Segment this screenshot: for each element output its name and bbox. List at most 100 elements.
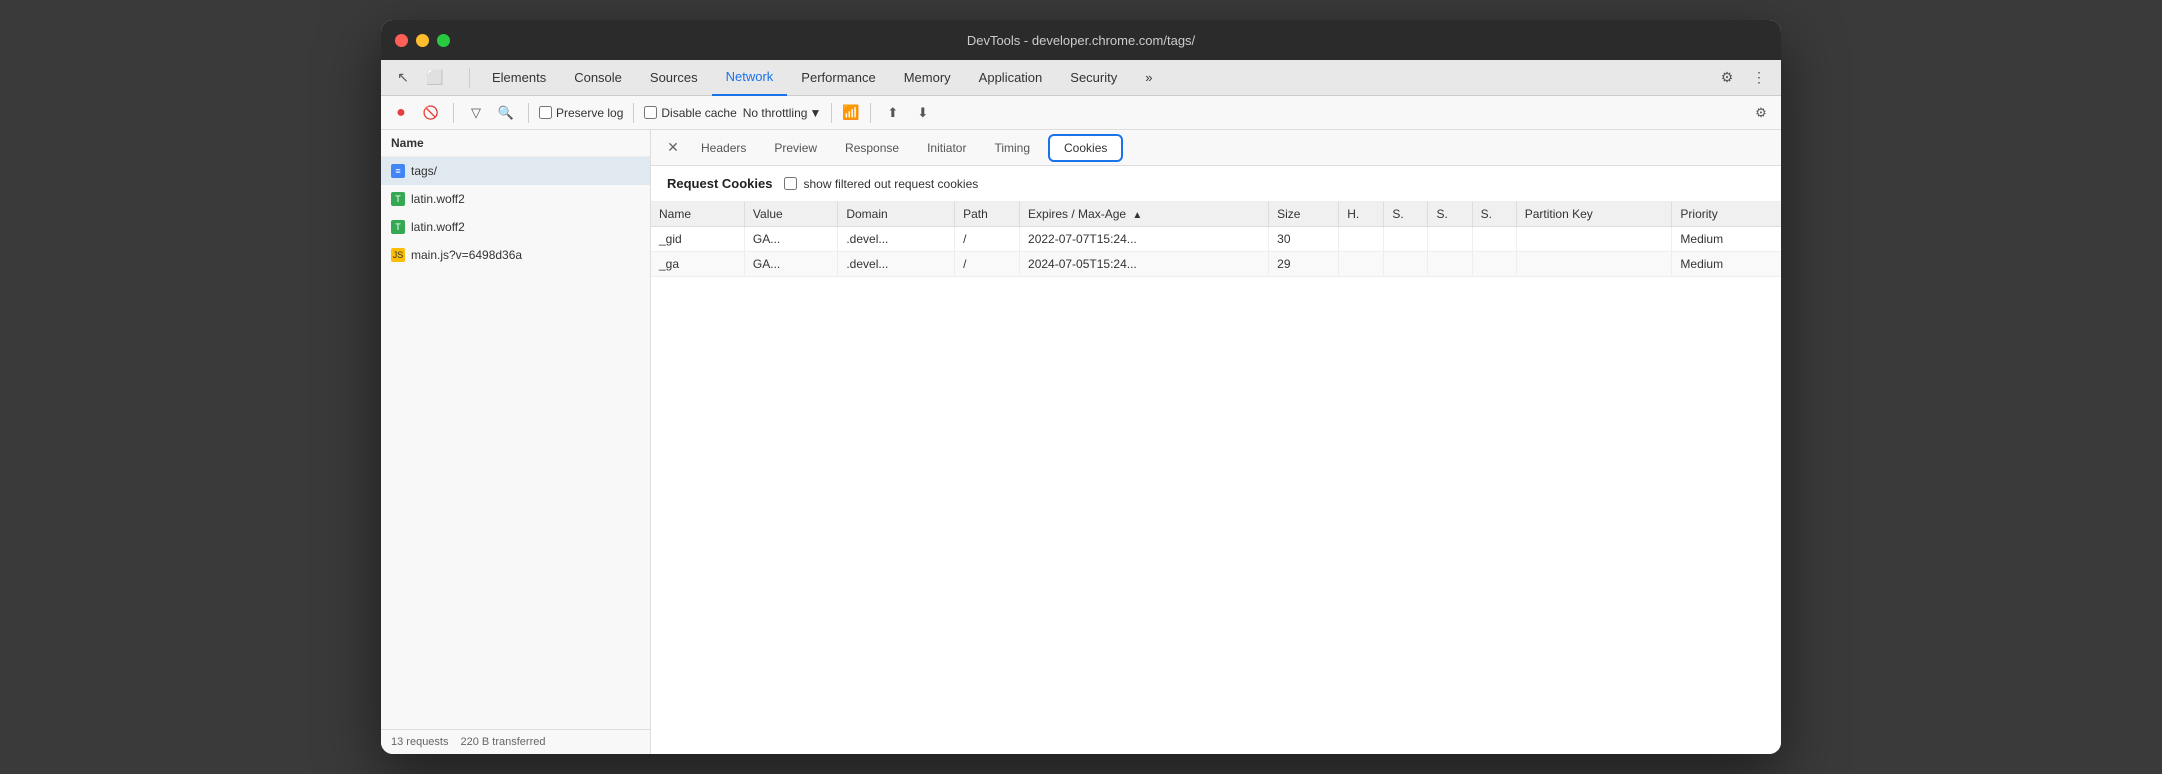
toolbar-sep-5 bbox=[870, 103, 871, 123]
upload-icon[interactable]: ⬆ bbox=[881, 101, 905, 125]
col-header-priority[interactable]: Priority bbox=[1672, 202, 1781, 227]
doc-icon: ≡ bbox=[391, 164, 405, 178]
col-header-name[interactable]: Name bbox=[651, 202, 744, 227]
traffic-lights bbox=[395, 34, 450, 47]
device-icon[interactable]: ⬜ bbox=[421, 64, 449, 92]
toolbar-sep-3 bbox=[633, 103, 634, 123]
throttle-arrow-icon: ▼ bbox=[809, 106, 821, 120]
show-filtered-label-text: show filtered out request cookies bbox=[803, 177, 978, 191]
tab-security[interactable]: Security bbox=[1056, 60, 1131, 96]
inner-tab-close-button[interactable]: ✕ bbox=[659, 130, 687, 166]
cookie-h-gid bbox=[1339, 227, 1384, 252]
col-header-expires[interactable]: Expires / Max-Age ▲ bbox=[1020, 202, 1269, 227]
tab-application[interactable]: Application bbox=[965, 60, 1057, 96]
throttle-label: No throttling bbox=[743, 106, 808, 120]
cookie-h-ga bbox=[1339, 252, 1384, 277]
cookie-domain-ga: .devel... bbox=[838, 252, 955, 277]
inner-tab-timing[interactable]: Timing bbox=[980, 130, 1044, 166]
file-item-mainjs[interactable]: JS main.js?v=6498d36a bbox=[381, 241, 650, 269]
more-options-icon[interactable]: ⋮ bbox=[1745, 64, 1773, 92]
preserve-log-checkbox[interactable] bbox=[539, 106, 552, 119]
col-header-value[interactable]: Value bbox=[744, 202, 837, 227]
cookie-pk-ga bbox=[1516, 252, 1672, 277]
download-icon[interactable]: ⬇ bbox=[911, 101, 935, 125]
inner-tab-cookies[interactable]: Cookies bbox=[1048, 134, 1123, 162]
cookies-table: Name Value Domain Path Expires / Max-Age… bbox=[651, 202, 1781, 277]
cursor-icon[interactable]: ↖ bbox=[389, 64, 417, 92]
disable-cache-toggle[interactable]: Disable cache bbox=[644, 106, 736, 120]
tab-memory[interactable]: Memory bbox=[890, 60, 965, 96]
col-header-s3[interactable]: S. bbox=[1472, 202, 1516, 227]
col-header-size[interactable]: Size bbox=[1269, 202, 1339, 227]
show-filtered-checkbox[interactable] bbox=[784, 177, 797, 190]
tab-performance[interactable]: Performance bbox=[787, 60, 889, 96]
window-title: DevTools - developer.chrome.com/tags/ bbox=[967, 33, 1195, 48]
cookie-domain-gid: .devel... bbox=[838, 227, 955, 252]
inner-tab-headers[interactable]: Headers bbox=[687, 130, 760, 166]
wifi-icon: 📶 bbox=[842, 104, 859, 121]
col-header-partition-key[interactable]: Partition Key bbox=[1516, 202, 1672, 227]
js-icon: JS bbox=[391, 248, 405, 262]
tab-bar-right: ⚙ ⋮ bbox=[1713, 64, 1773, 92]
file-name-mainjs: main.js?v=6498d36a bbox=[411, 248, 522, 262]
cookies-table-header: Name Value Domain Path Expires / Max-Age… bbox=[651, 202, 1781, 227]
file-item-latin2[interactable]: T latin.woff2 bbox=[381, 213, 650, 241]
tab-network[interactable]: Network bbox=[712, 60, 788, 96]
file-item-latin1[interactable]: T latin.woff2 bbox=[381, 185, 650, 213]
clear-icon[interactable]: 🚫 bbox=[419, 101, 443, 125]
preserve-log-toggle[interactable]: Preserve log bbox=[539, 106, 623, 120]
cookie-priority-ga: Medium bbox=[1672, 252, 1781, 277]
request-cookies-header: Request Cookies show filtered out reques… bbox=[651, 166, 1781, 202]
disable-cache-checkbox[interactable] bbox=[644, 106, 657, 119]
record-button[interactable]: ● bbox=[389, 101, 413, 125]
col-header-s2[interactable]: S. bbox=[1428, 202, 1472, 227]
toolbar-sep-1 bbox=[453, 103, 454, 123]
titlebar: DevTools - developer.chrome.com/tags/ bbox=[381, 20, 1781, 60]
tab-more[interactable]: » bbox=[1131, 60, 1166, 96]
inner-tab-initiator[interactable]: Initiator bbox=[913, 130, 980, 166]
network-toolbar: ● 🚫 ▽ 🔍 Preserve log Disable cache No th… bbox=[381, 96, 1781, 130]
cookies-table-body: _gid GA... .devel... / 2022-07-07T15:24.… bbox=[651, 227, 1781, 277]
cookie-s3-ga bbox=[1472, 252, 1516, 277]
tab-elements[interactable]: Elements bbox=[478, 60, 560, 96]
col-header-h[interactable]: H. bbox=[1339, 202, 1384, 227]
top-tab-bar: ↖ ⬜ Elements Console Sources Network Per… bbox=[381, 60, 1781, 96]
minimize-button[interactable] bbox=[416, 34, 429, 47]
file-name-latin2: latin.woff2 bbox=[411, 220, 465, 234]
left-panel: Name ≡ tags/ T latin.woff2 T latin.woff2 bbox=[381, 130, 651, 754]
col-header-domain[interactable]: Domain bbox=[838, 202, 955, 227]
inner-tab-preview[interactable]: Preview bbox=[760, 130, 831, 166]
cookie-s2-gid bbox=[1428, 227, 1472, 252]
file-item-tags[interactable]: ≡ tags/ bbox=[381, 157, 650, 185]
devtools-body: ↖ ⬜ Elements Console Sources Network Per… bbox=[381, 60, 1781, 754]
file-name-latin1: latin.woff2 bbox=[411, 192, 465, 206]
settings-gear-icon[interactable]: ⚙ bbox=[1713, 64, 1741, 92]
tab-console[interactable]: Console bbox=[560, 60, 636, 96]
inner-tab-response[interactable]: Response bbox=[831, 130, 913, 166]
table-row[interactable]: _ga GA... .devel... / 2024-07-05T15:24..… bbox=[651, 252, 1781, 277]
transferred-size: 220 B transferred bbox=[460, 736, 545, 748]
filter-icon[interactable]: ▽ bbox=[464, 101, 488, 125]
toolbar-right: ⚙ bbox=[1749, 101, 1773, 125]
preserve-log-label: Preserve log bbox=[556, 106, 623, 120]
show-filtered-toggle[interactable]: show filtered out request cookies bbox=[784, 177, 978, 191]
col-header-path[interactable]: Path bbox=[955, 202, 1020, 227]
toolbar-sep-2 bbox=[528, 103, 529, 123]
cookies-content: Request Cookies show filtered out reques… bbox=[651, 166, 1781, 754]
maximize-button[interactable] bbox=[437, 34, 450, 47]
col-header-s1[interactable]: S. bbox=[1384, 202, 1428, 227]
cookie-pk-gid bbox=[1516, 227, 1672, 252]
close-button[interactable] bbox=[395, 34, 408, 47]
cookie-size-ga: 29 bbox=[1269, 252, 1339, 277]
cookie-path-ga: / bbox=[955, 252, 1020, 277]
tab-sources[interactable]: Sources bbox=[636, 60, 712, 96]
table-row[interactable]: _gid GA... .devel... / 2022-07-07T15:24.… bbox=[651, 227, 1781, 252]
search-icon[interactable]: 🔍 bbox=[494, 101, 518, 125]
throttle-dropdown[interactable]: No throttling ▼ bbox=[743, 106, 822, 120]
inner-tab-bar: ✕ Headers Preview Response Initiator Tim… bbox=[651, 130, 1781, 166]
toolbar-sep-4 bbox=[831, 103, 832, 123]
cookie-name-ga: _ga bbox=[651, 252, 744, 277]
cookie-s1-ga bbox=[1384, 252, 1428, 277]
toolbar-settings-icon[interactable]: ⚙ bbox=[1749, 101, 1773, 125]
tab-divider-1 bbox=[469, 68, 470, 88]
